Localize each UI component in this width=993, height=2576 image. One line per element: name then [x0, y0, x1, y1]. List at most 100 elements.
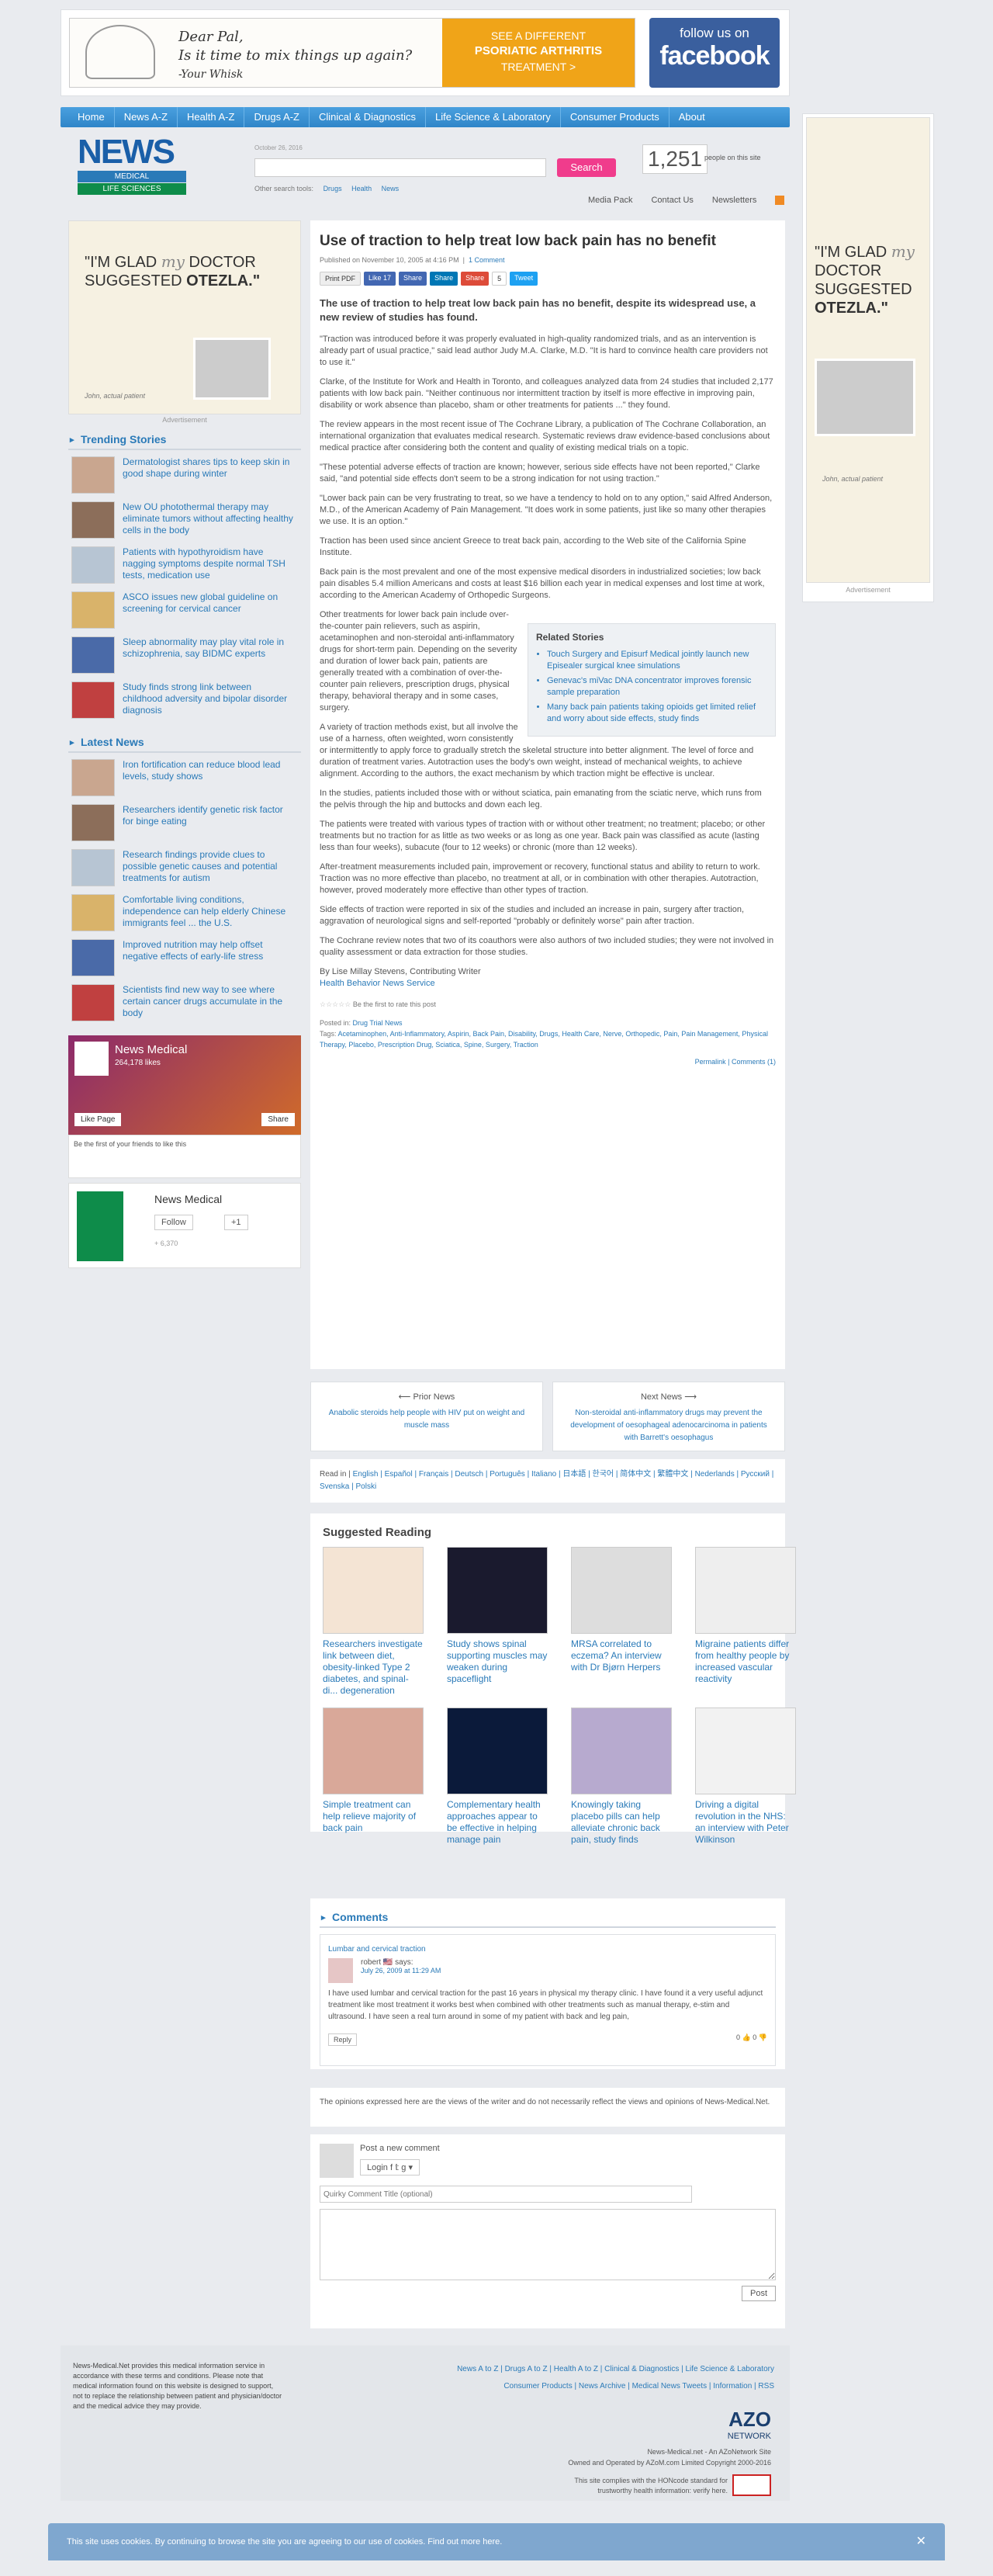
thumbnail[interactable] — [71, 894, 115, 931]
search-input[interactable] — [254, 158, 546, 177]
site-logo[interactable]: NEWS MEDICAL LIFE SCIENCES — [78, 135, 186, 197]
nav-item[interactable]: News A-Z — [115, 107, 178, 127]
trending-link[interactable]: New OU photothermal therapy may eliminat… — [123, 501, 293, 540]
comment-thread-title[interactable]: Lumbar and cervical traction — [328, 1945, 426, 1954]
latest-link[interactable]: Comfortable living conditions, independe… — [123, 894, 293, 933]
comments-link[interactable]: 1 Comment — [469, 256, 505, 264]
rss-icon[interactable] — [775, 196, 785, 205]
suggested-item[interactable]: MRSA correlated to eczema? An interview … — [571, 1547, 672, 1697]
permalink-link[interactable]: Permalink | Comments (1) — [695, 1058, 776, 1066]
nav-item[interactable]: Clinical & Diagnostics — [310, 107, 426, 127]
close-icon[interactable]: ✕ — [916, 2523, 926, 2560]
suggested-image[interactable] — [323, 1708, 424, 1794]
right-ad[interactable]: "I'M GLAD my DOCTOR SUGGESTED OTEZLA." J… — [806, 117, 930, 583]
prior-news-link[interactable]: Anabolic steroids help people with HIV p… — [329, 1409, 524, 1430]
suggested-image[interactable] — [447, 1547, 548, 1634]
fb-page-name[interactable]: News Medical — [115, 1043, 187, 1056]
suggested-item[interactable]: Knowingly taking placebo pills can help … — [571, 1708, 672, 1846]
like-page-button[interactable]: Like Page — [74, 1113, 122, 1126]
related-item[interactable]: Touch Surgery and Episurf Medical jointl… — [547, 649, 767, 672]
thumbnail[interactable] — [71, 849, 115, 886]
honcode-badge-icon[interactable] — [732, 2474, 771, 2496]
nav-item[interactable]: Drugs A-Z — [244, 107, 310, 127]
header-link[interactable]: Contact Us — [651, 196, 693, 205]
fb-share-button[interactable]: Share — [399, 272, 427, 286]
suggested-link[interactable]: Researchers investigate link between die… — [323, 1638, 424, 1697]
nav-item[interactable]: Consumer Products — [561, 107, 669, 127]
trending-link[interactable]: ASCO issues new global guideline on scre… — [123, 591, 293, 630]
trending-link[interactable]: Patients with hypothyroidism have naggin… — [123, 546, 293, 585]
suggested-item[interactable]: Researchers investigate link between die… — [323, 1547, 424, 1697]
tag-links[interactable]: Acetaminophen, Anti-Inflammatory, Aspiri… — [320, 1030, 768, 1049]
fb-share-button[interactable]: Share — [261, 1113, 295, 1126]
suggested-item[interactable]: Driving a digital revolution in the NHS:… — [695, 1708, 796, 1846]
comment-title-input[interactable] — [320, 2186, 692, 2203]
related-item[interactable]: Many back pain patients taking opioids g… — [547, 702, 767, 725]
suggested-image[interactable] — [571, 1708, 672, 1794]
latest-link[interactable]: Research findings provide clues to possi… — [123, 849, 293, 888]
category-link[interactable]: Drug Trial News — [353, 1019, 403, 1027]
latest-link[interactable]: Scientists find new way to see where cer… — [123, 984, 293, 1023]
trending-link[interactable]: Dermatologist shares tips to keep skin i… — [123, 456, 293, 495]
suggested-image[interactable] — [695, 1708, 796, 1794]
suggested-item[interactable]: Complementary health approaches appear t… — [447, 1708, 548, 1846]
thumbnail[interactable] — [71, 681, 115, 719]
suggested-image[interactable] — [571, 1547, 672, 1634]
suggested-image[interactable] — [323, 1547, 424, 1634]
facebook-follow-banner[interactable]: follow us on facebook — [649, 18, 780, 88]
footer-links-row2[interactable]: Consumer Products | News Archive | Medic… — [503, 2382, 774, 2391]
comment-textarea[interactable] — [320, 2209, 776, 2280]
print-pdf-button[interactable]: Print PDF — [320, 272, 362, 286]
suggested-link[interactable]: Complementary health approaches appear t… — [447, 1799, 548, 1846]
suggested-item[interactable]: Migraine patients differ from healthy pe… — [695, 1547, 796, 1697]
star-rating-icon[interactable]: ☆☆☆☆☆ — [320, 1000, 351, 1008]
thumbnail[interactable] — [71, 759, 115, 796]
latest-link[interactable]: Improved nutrition may help offset negat… — [123, 939, 293, 978]
latest-link[interactable]: Researchers identify genetic risk factor… — [123, 804, 293, 843]
suggested-image[interactable] — [695, 1547, 796, 1634]
post-button[interactable]: Post — [741, 2286, 776, 2301]
search-button[interactable]: Search — [557, 158, 616, 177]
prior-news[interactable]: ⟵ Prior News Anabolic steroids help peop… — [310, 1382, 543, 1451]
thumbnail[interactable] — [71, 804, 115, 841]
suggested-link[interactable]: MRSA correlated to eczema? An interview … — [571, 1638, 672, 1673]
gplus-plusone-button[interactable]: +1 — [224, 1215, 248, 1230]
thumbnail[interactable] — [71, 546, 115, 584]
suggested-image[interactable] — [447, 1708, 548, 1794]
tweet-button[interactable]: Tweet — [510, 272, 538, 286]
whisk-ad[interactable]: Dear Pal, Is it time to mix things up aga… — [69, 18, 635, 88]
tool-health[interactable]: Health — [351, 185, 372, 192]
suggested-link[interactable]: Driving a digital revolution in the NHS:… — [695, 1799, 796, 1846]
nav-item[interactable]: Home — [68, 107, 115, 127]
suggested-link[interactable]: Knowingly taking placebo pills can help … — [571, 1799, 672, 1846]
thumbnail[interactable] — [71, 939, 115, 976]
thumbnail[interactable] — [71, 984, 115, 1021]
next-news-link[interactable]: Non-steroidal anti-inflammatory drugs ma… — [570, 1409, 767, 1442]
suggested-item[interactable]: Simple treatment can help relieve majori… — [323, 1708, 424, 1846]
reply-button[interactable]: Reply — [328, 2033, 358, 2046]
thumbs-up-icon[interactable]: 👍 — [742, 2033, 751, 2041]
next-news[interactable]: Next News ⟶ Non-steroidal anti-inflammat… — [552, 1382, 785, 1451]
suggested-link[interactable]: Study shows spinal supporting muscles ma… — [447, 1638, 548, 1685]
left-ad[interactable]: "I'M GLAD my DOCTOR SUGGESTED OTEZLA." J… — [68, 220, 301, 414]
language-links[interactable]: English | Español | Français | Deutsch |… — [320, 1470, 773, 1491]
header-link[interactable]: Media Pack — [588, 196, 632, 205]
tool-drugs[interactable]: Drugs — [324, 185, 342, 192]
thumbnail[interactable] — [71, 591, 115, 629]
byline-link[interactable]: Health Behavior News Service — [320, 979, 435, 988]
ad-cta[interactable]: SEE A DIFFERENT PSORIATIC ARTHRITIS TREATM… — [442, 19, 635, 87]
thumbnail[interactable] — [71, 456, 115, 494]
gplus-share-button[interactable]: Share — [461, 272, 490, 286]
trending-link[interactable]: Sleep abnormality may play vital role in… — [123, 636, 293, 675]
nav-item[interactable]: About — [669, 107, 714, 127]
thumbs-down-icon[interactable]: 👎 — [759, 2033, 767, 2041]
latest-link[interactable]: Iron fortification can reduce blood lead… — [123, 759, 293, 798]
gplus-follow-button[interactable]: Follow — [154, 1215, 193, 1230]
thumbnail[interactable] — [71, 636, 115, 674]
suggested-link[interactable]: Simple treatment can help relieve majori… — [323, 1799, 424, 1834]
azo-logo[interactable]: AZO NETWORK — [728, 2408, 771, 2441]
related-item[interactable]: Genevac's miVac DNA concentrator improve… — [547, 675, 767, 699]
linkedin-share-button[interactable]: Share — [430, 272, 458, 286]
login-button[interactable]: Login f 𝕥 g ▾ — [360, 2159, 420, 2176]
nav-item[interactable]: Life Science & Laboratory — [426, 107, 561, 127]
